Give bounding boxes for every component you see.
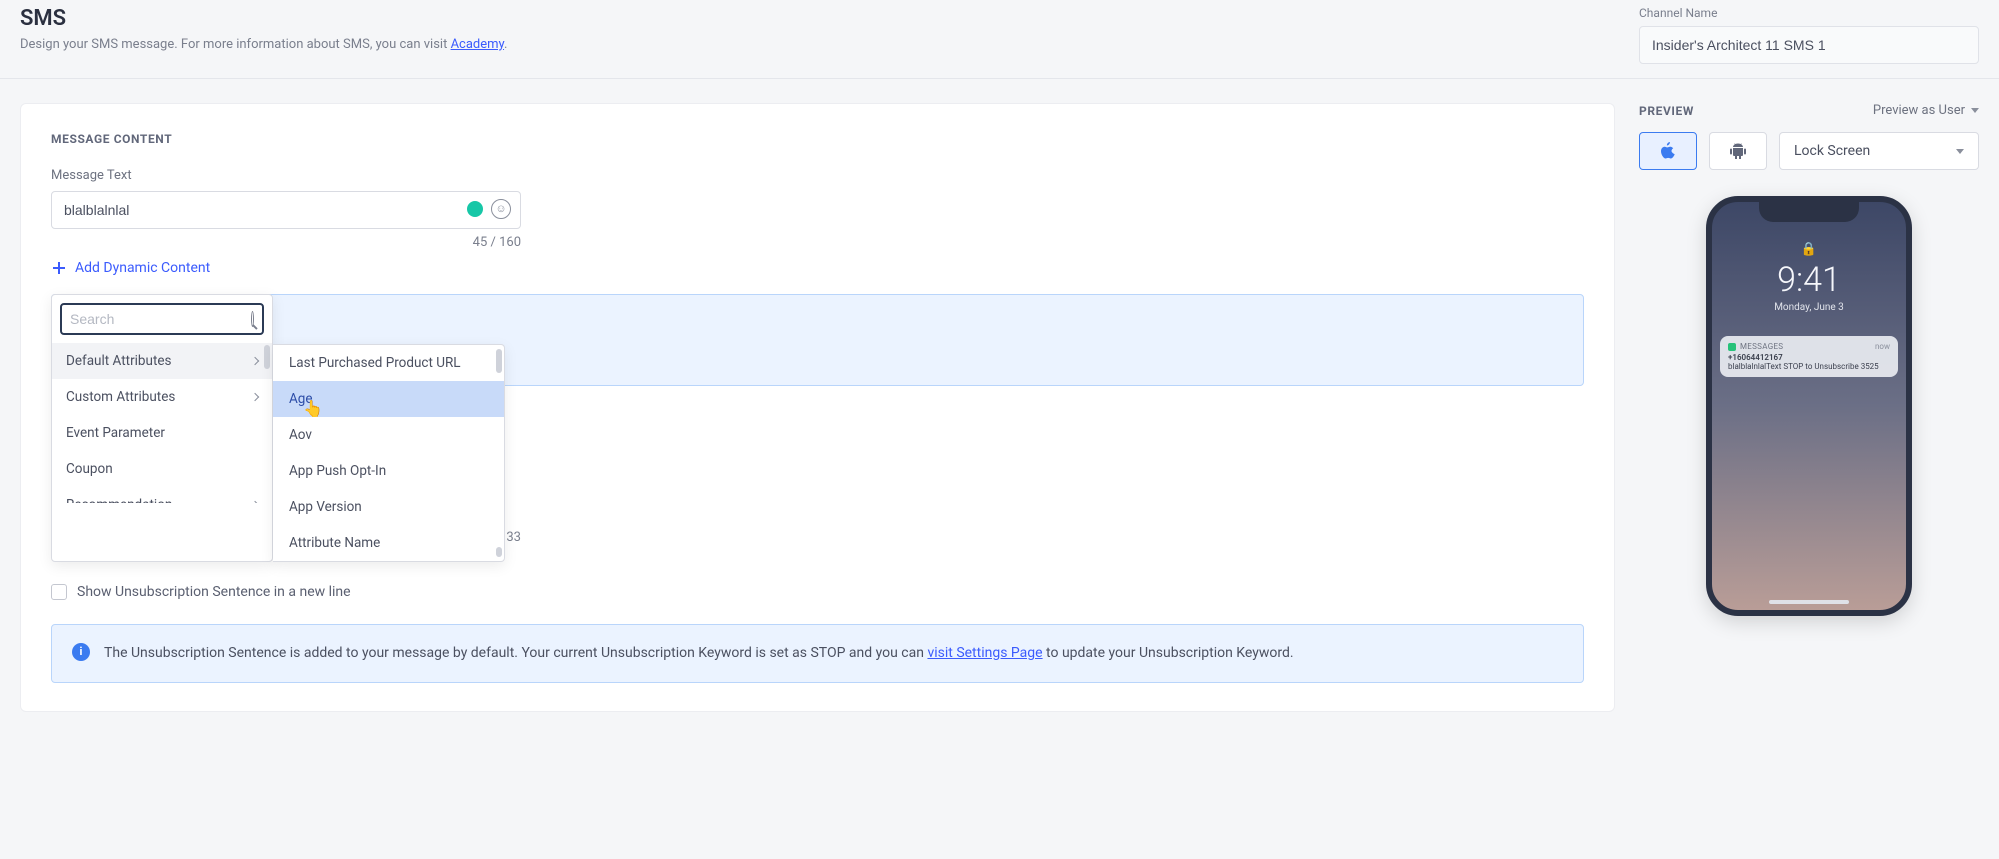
- search-icon: [251, 311, 254, 327]
- dynamic-search-input[interactable]: [70, 311, 251, 327]
- category-scrollbar[interactable]: [264, 345, 270, 369]
- chevron-right-icon: [251, 393, 259, 401]
- dynamic-attribute-panel: Last Purchased Product URLAge👆AovApp Pus…: [273, 344, 505, 562]
- android-icon: [1730, 142, 1746, 160]
- notif-time: now: [1875, 342, 1890, 351]
- dynamic-search-box[interactable]: [60, 303, 264, 335]
- category-item[interactable]: Recommendation: [52, 487, 272, 503]
- attribute-item[interactable]: Attribute Name: [273, 525, 504, 561]
- page-subtitle: Design your SMS message. For more inform…: [20, 37, 507, 52]
- page-title: SMS: [20, 6, 507, 31]
- chevron-right-icon: [251, 501, 259, 503]
- category-label: Coupon: [66, 461, 113, 477]
- note-text-post: to update your Unsubscription Keyword.: [1043, 645, 1294, 661]
- channel-name-input[interactable]: [1639, 26, 1979, 64]
- phone-date: Monday, June 3: [1712, 302, 1906, 313]
- unsub-info-note: i The Unsubscription Sentence is added t…: [51, 624, 1584, 683]
- message-content-card: MESSAGE CONTENT Message Text ☺ 45 / 160 …: [20, 103, 1615, 712]
- add-dynamic-label: Add Dynamic Content: [75, 260, 210, 276]
- chevron-down-icon: [1971, 108, 1979, 113]
- attribute-item[interactable]: App Push Opt-In: [273, 453, 504, 489]
- status-dot-icon: [467, 201, 483, 217]
- preview-as-user-label: Preview as User: [1873, 103, 1965, 118]
- preview-title: PREVIEW: [1639, 104, 1694, 118]
- category-label: Custom Attributes: [66, 389, 175, 405]
- category-item[interactable]: Default Attributes: [52, 343, 272, 379]
- char-counter: 45 / 160: [51, 235, 521, 250]
- attribute-scrollbar-top[interactable]: [496, 349, 502, 373]
- preview-android-button[interactable]: [1709, 132, 1767, 170]
- info-icon: i: [72, 643, 90, 661]
- preview-screen-label: Lock Screen: [1794, 143, 1870, 159]
- segment-count: 33: [506, 530, 521, 545]
- attribute-scrollbar-bottom[interactable]: [496, 547, 502, 557]
- notif-app-name: MESSAGES: [1740, 342, 1783, 351]
- add-dynamic-content-button[interactable]: Add Dynamic Content: [51, 260, 1584, 276]
- message-content-title: MESSAGE CONTENT: [51, 132, 1584, 146]
- category-item[interactable]: Custom Attributes: [52, 379, 272, 415]
- attribute-item[interactable]: Aov: [273, 417, 504, 453]
- apple-icon: [1660, 142, 1676, 160]
- app-dot-icon: [1728, 343, 1736, 351]
- chevron-down-icon: [1956, 149, 1964, 154]
- home-indicator: [1769, 600, 1849, 604]
- plus-icon: [51, 260, 67, 276]
- phone-preview: 🔒 9:41 Monday, June 3 MESSAGES now +1606…: [1706, 196, 1912, 616]
- note-text-pre: The Unsubscription Sentence is added to …: [104, 645, 927, 661]
- phone-clock: 9:41: [1712, 260, 1906, 300]
- preview-ios-button[interactable]: [1639, 132, 1697, 170]
- academy-link[interactable]: Academy: [451, 37, 504, 52]
- phone-notification: MESSAGES now +16064412167 blalblalnlalTe…: [1720, 336, 1898, 377]
- attribute-item[interactable]: App Version: [273, 489, 504, 525]
- category-label: Event Parameter: [66, 425, 165, 441]
- visit-settings-link[interactable]: visit Settings Page: [927, 645, 1042, 661]
- show-unsub-label: Show Unsubscription Sentence in a new li…: [77, 584, 351, 600]
- show-unsub-checkbox[interactable]: [51, 584, 67, 600]
- notif-sender-number: +16064412167: [1728, 353, 1890, 362]
- message-text-input[interactable]: [51, 191, 521, 229]
- preview-as-user-dropdown[interactable]: Preview as User: [1873, 103, 1979, 118]
- lock-icon: 🔒: [1801, 242, 1817, 257]
- notif-body: blalblalnlalText STOP to Unsubscribe 352…: [1728, 362, 1890, 371]
- category-label: Default Attributes: [66, 353, 172, 369]
- subtitle-pre: Design your SMS message. For more inform…: [20, 37, 451, 52]
- category-label: Recommendation: [66, 497, 172, 503]
- attribute-item[interactable]: Age👆: [273, 381, 504, 417]
- category-item[interactable]: Event Parameter: [52, 415, 272, 451]
- attribute-item[interactable]: Last Purchased Product URL: [273, 345, 504, 381]
- channel-name-label: Channel Name: [1639, 6, 1979, 20]
- emoji-picker-button[interactable]: ☺: [491, 199, 511, 219]
- dynamic-category-panel: Default Attributes Custom Attributes Event…: [51, 294, 273, 562]
- preview-screen-select[interactable]: Lock Screen: [1779, 132, 1979, 170]
- chevron-right-icon: [251, 357, 259, 365]
- category-item[interactable]: Coupon: [52, 451, 272, 487]
- message-text-label: Message Text: [51, 168, 1584, 183]
- phone-notch: [1759, 202, 1859, 222]
- subtitle-post: .: [504, 37, 507, 52]
- cursor-pointer-icon: 👆: [303, 399, 323, 418]
